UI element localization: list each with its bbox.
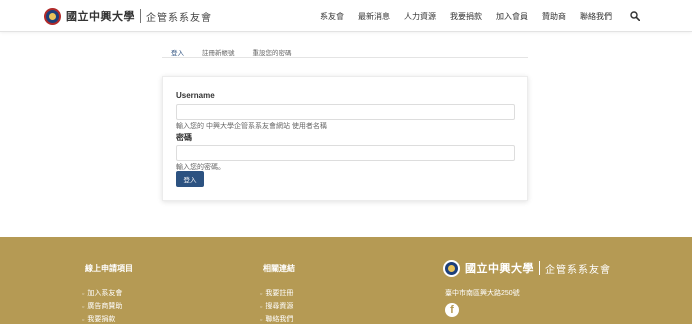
logo-department-name: 企管系系友會 <box>146 12 212 24</box>
footer-link-register[interactable]: 我要註冊 <box>260 288 293 298</box>
tab-register[interactable]: 註冊新帳號 <box>193 44 244 57</box>
nav-item-hr[interactable]: 人力資源 <box>404 11 436 22</box>
footer-link-sponsor[interactable]: 廣告商贊助 <box>82 301 122 311</box>
username-help-text: 輸入您的 中興大學企管系系友會網站 使用者名稱 <box>176 123 327 130</box>
password-field[interactable] <box>176 145 515 161</box>
footer-links-title: 相關連結 <box>263 264 295 273</box>
search-icon[interactable] <box>630 11 640 21</box>
username-label: Username <box>176 91 215 100</box>
tab-reset-password[interactable]: 重設您的密碼 <box>244 44 301 57</box>
username-field[interactable] <box>176 104 515 120</box>
footer-logo-department-name: 企管系系友會 <box>545 264 611 276</box>
nav-item-join[interactable]: 加入會員 <box>496 11 528 22</box>
university-seal-icon <box>443 259 460 277</box>
footer-logo-university-name: 國立中興大學 <box>465 262 534 275</box>
footer-address: 臺中市南區興大路250號 <box>445 290 520 297</box>
login-button[interactable]: 登入 <box>176 171 204 187</box>
nav-item-donate[interactable]: 我要捐款 <box>450 11 482 22</box>
password-label: 密碼 <box>176 133 192 142</box>
logo-divider <box>140 9 141 23</box>
footer-link-join-alumni[interactable]: 加入系友會 <box>82 288 122 298</box>
tab-login[interactable]: 登入 <box>162 44 193 57</box>
nav-item-news[interactable]: 最新消息 <box>358 11 390 22</box>
nav-item-sponsors[interactable]: 贊助商 <box>542 11 566 22</box>
main-nav: 系友會 最新消息 人力資源 我要捐款 加入會員 贊助商 聯絡我們 <box>320 0 626 32</box>
account-tabs: 登入 註冊新帳號 重設您的密碼 <box>162 44 528 58</box>
footer-logo-divider <box>539 261 540 275</box>
facebook-icon[interactable]: f <box>445 303 459 317</box>
footer-link-donate[interactable]: 我要捐款 <box>82 314 115 324</box>
footer-link-contact[interactable]: 聯絡我們 <box>260 314 293 324</box>
footer-applications-title: 線上申請項目 <box>85 264 133 273</box>
site-header: 國立中興大學 企管系系友會 系友會 最新消息 人力資源 我要捐款 加入會員 贊助… <box>0 0 692 32</box>
university-seal-icon <box>44 7 61 25</box>
login-card: Username 輸入您的 中興大學企管系系友會網站 使用者名稱 密碼 輸入您的… <box>162 76 528 201</box>
nav-item-contact[interactable]: 聯絡我們 <box>580 11 612 22</box>
site-footer: 線上申請項目 加入系友會 廣告商贊助 我要捐款 相關連結 我要註冊 搜尋資源 聯… <box>0 237 692 324</box>
nav-item-alumni[interactable]: 系友會 <box>320 11 344 22</box>
footer-link-search[interactable]: 搜尋資源 <box>260 301 293 311</box>
logo-university-name: 國立中興大學 <box>66 10 135 23</box>
footer-logo[interactable]: 國立中興大學 企管系系友會 <box>443 258 611 278</box>
site-logo[interactable]: 國立中興大學 企管系系友會 <box>44 5 212 27</box>
